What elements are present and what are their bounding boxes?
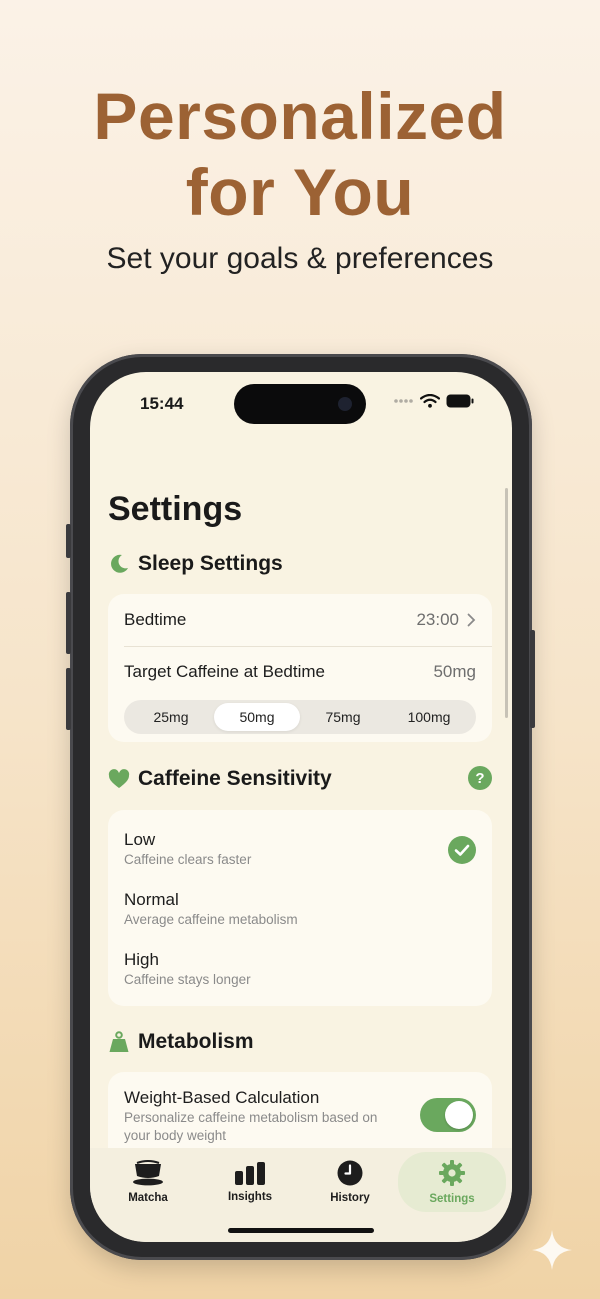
metabolism-heading: Metabolism [138,1030,254,1053]
bedtime-value-group: 23:00 [416,610,476,630]
tab-settings[interactable]: Settings [398,1152,506,1212]
option-75mg[interactable]: 75mg [300,703,386,731]
page-title: Settings [108,490,243,528]
bedtime-label: Bedtime [124,610,187,629]
chevron-right-icon [467,613,476,627]
sparkle-icon [532,1230,572,1270]
promo-headline: Personalized for You [0,78,600,230]
cup-icon [133,1160,163,1186]
weight-calc-desc-line2: your body weight [124,1128,227,1143]
home-indicator[interactable] [228,1228,374,1233]
status-time: 15:44 [140,394,184,413]
dynamic-island [234,384,366,424]
sensitivity-card: Low Caffeine clears faster Normal Averag… [108,810,492,1006]
tab-history[interactable]: History [300,1156,400,1208]
tab-bar: Matcha Insights History Settings [90,1148,512,1242]
option-100mg[interactable]: 100mg [386,703,472,731]
weight-calc-title: Weight-Based Calculation [124,1088,320,1107]
bar-chart-icon [235,1162,265,1185]
status-indicators [394,394,474,408]
side-button-action [66,524,71,558]
caffeine-sensitivity-heading: Caffeine Sensitivity [138,767,332,790]
option-description: Caffeine clears faster [124,852,252,867]
wifi-icon [420,394,440,408]
side-button-volume-up [66,592,71,654]
promo-subheadline: Set your goals & preferences [106,242,494,275]
help-icon[interactable]: ? [468,766,492,790]
tab-label: Insights [227,1191,273,1203]
tab-label: Matcha [128,1192,168,1204]
tab-insights[interactable]: Insights [200,1156,300,1208]
side-button-volume-down [66,668,71,730]
headline-line-1: Personalized [93,79,507,153]
weight-calc-desc-line1: Personalize caffeine metabolism based on [124,1110,378,1125]
target-caffeine-selector[interactable]: 25mg 50mg 75mg 100mg [124,700,476,734]
sleep-settings-card: Bedtime 23:00 Target Caffeine at Bedtime… [108,594,492,742]
signal-dots-icon [394,399,413,403]
row-divider [124,646,492,647]
sleep-settings-header: Sleep Settings [108,552,283,576]
option-description: Caffeine stays longer [124,972,251,987]
option-description: Average caffeine metabolism [124,912,298,927]
target-caffeine-label: Target Caffeine at Bedtime [124,662,325,681]
checkmark-circle-icon [448,836,476,864]
sensitivity-option-normal[interactable]: Normal Average caffeine metabolism [108,872,492,932]
phone-screen: 15:44 Settings Sleep Settings Bedtime 23… [90,372,512,1242]
moon-icon [111,554,128,573]
help-icon-glyph: ? [475,770,484,787]
camera-icon [338,397,352,411]
target-caffeine-value: 50mg [433,662,476,681]
heart-icon [108,769,130,788]
option-title: Normal [124,890,179,909]
bedtime-value: 23:00 [416,610,459,629]
side-button-power [530,630,535,728]
scroll-indicator[interactable] [505,488,508,718]
tab-label: Settings [429,1193,475,1205]
bedtime-row[interactable]: Bedtime 23:00 [108,594,492,646]
weight-icon [109,1031,129,1052]
metabolism-header: Metabolism [108,1030,254,1054]
option-25mg[interactable]: 25mg [128,703,214,731]
sensitivity-option-high[interactable]: High Caffeine stays longer [108,932,492,992]
gear-icon [439,1160,465,1186]
clock-icon [337,1160,363,1186]
tab-label: History [330,1192,370,1204]
option-50mg[interactable]: 50mg [214,703,300,731]
sensitivity-option-low[interactable]: Low Caffeine clears faster [108,810,492,872]
option-title: High [124,950,159,969]
tab-matcha[interactable]: Matcha [98,1156,198,1208]
battery-icon [446,394,474,408]
sleep-settings-heading: Sleep Settings [138,552,283,575]
weight-calc-toggle[interactable] [420,1098,476,1132]
toggle-knob [445,1101,473,1129]
headline-line-2: for You [185,155,415,229]
caffeine-sensitivity-header: Caffeine Sensitivity [108,767,332,791]
option-title: Low [124,830,156,849]
